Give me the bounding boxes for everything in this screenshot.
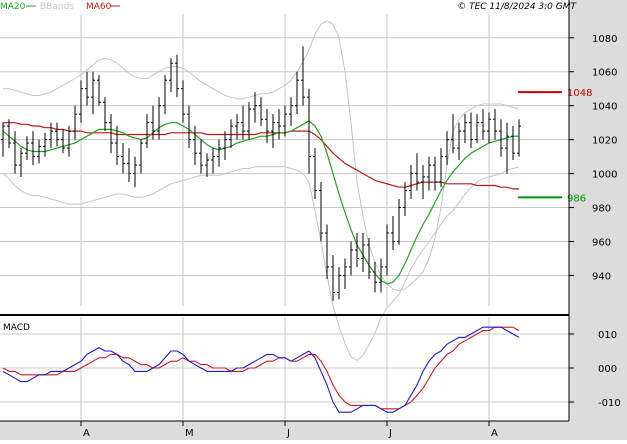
month-tick-label: M bbox=[185, 428, 194, 439]
macd-tick-label: 010 bbox=[598, 330, 617, 341]
price-tick-label: 980 bbox=[592, 204, 611, 215]
price-tick-label: 1080 bbox=[592, 34, 617, 45]
chart-background bbox=[0, 0, 627, 440]
macd-tick-label: 000 bbox=[598, 364, 617, 375]
price-tick-label: 960 bbox=[592, 237, 611, 248]
price-tick-label: 1040 bbox=[592, 102, 617, 113]
price-tick-label: 1020 bbox=[592, 136, 617, 147]
price-tick-label: 1060 bbox=[592, 68, 617, 79]
stock-chart: 1048 986 940 960 980 1000 1020 1040 1060 1080 -0… bbox=[0, 0, 627, 440]
macd-tick-label: -010 bbox=[598, 398, 621, 409]
legend-ma60: MA60 bbox=[86, 2, 112, 12]
price-level-label: 986 bbox=[567, 193, 586, 204]
price-level-label: 1048 bbox=[567, 88, 592, 99]
bottom-axis-band bbox=[0, 421, 627, 440]
month-tick-label: J bbox=[286, 428, 290, 439]
copyright-label: © TEC 11/8/2024 3:0 GMT bbox=[457, 2, 577, 12]
month-tick-label: A bbox=[491, 428, 498, 439]
month-tick-label: A bbox=[83, 428, 90, 439]
indicator-legend: MA20 BBands MA60 bbox=[0, 2, 120, 12]
price-tick-label: 1000 bbox=[592, 170, 617, 181]
legend-ma20: MA20 bbox=[0, 2, 26, 12]
price-tick-label: 940 bbox=[592, 271, 611, 282]
macd-panel-title: MACD bbox=[3, 323, 30, 333]
legend-bbands: BBands bbox=[40, 2, 74, 12]
chart-canvas: 1048 986 940 960 980 1000 1020 1040 1060 1080 -0… bbox=[0, 0, 627, 440]
month-tick-label: J bbox=[388, 428, 392, 439]
